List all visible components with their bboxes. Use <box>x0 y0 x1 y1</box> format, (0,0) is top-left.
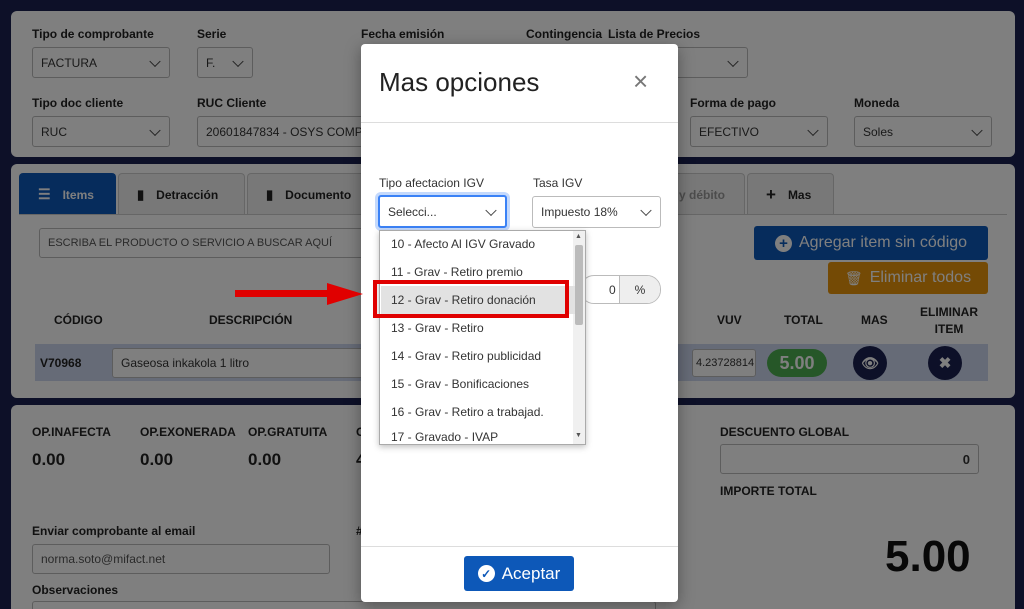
list-item[interactable]: 17 - Gravado - IVAP <box>381 426 575 444</box>
modal-header: Mas opciones × <box>361 44 678 123</box>
list-item[interactable]: 16 - Grav - Retiro a trabajad. <box>381 398 575 426</box>
scroll-up-arrow[interactable]: ▲ <box>575 233 582 240</box>
close-icon[interactable]: × <box>633 68 648 94</box>
modal-title: Mas opciones <box>379 67 540 97</box>
accept-button[interactable]: ✓ Aceptar <box>464 556 574 591</box>
tasa-igv-label: Tasa IGV <box>533 176 583 190</box>
arrow-icon <box>235 283 365 310</box>
percent-value: 0 <box>609 283 616 297</box>
chevron-down-icon <box>485 204 497 216</box>
percent-input[interactable]: 0 % <box>580 275 661 304</box>
scrollbar-thumb[interactable] <box>575 245 583 325</box>
list-item[interactable]: 14 - Grav - Retiro publicidad <box>381 342 575 370</box>
tasa-igv-select[interactable]: Impuesto 18% <box>532 196 661 228</box>
modal-footer <box>361 546 678 547</box>
tipo-afectacion-select[interactable]: Selecci... <box>378 195 507 228</box>
accept-label: Aceptar <box>501 563 561 583</box>
list-item[interactable]: 13 - Grav - Retiro <box>381 314 575 342</box>
list-item[interactable]: 10 - Afecto Al IGV Gravado <box>381 230 575 258</box>
tipo-afectacion-label: Tipo afectacion IGV <box>379 176 484 190</box>
tasa-igv-value: Impuesto 18% <box>541 205 618 219</box>
percent-unit: % <box>619 276 660 303</box>
highlight-box <box>373 280 569 318</box>
tipo-afectacion-value: Selecci... <box>388 204 437 219</box>
list-item[interactable]: 15 - Grav - Bonificaciones <box>381 370 575 398</box>
scroll-down-arrow[interactable]: ▼ <box>575 432 582 439</box>
check-circle-icon: ✓ <box>477 565 495 582</box>
chevron-down-icon <box>640 204 652 217</box>
